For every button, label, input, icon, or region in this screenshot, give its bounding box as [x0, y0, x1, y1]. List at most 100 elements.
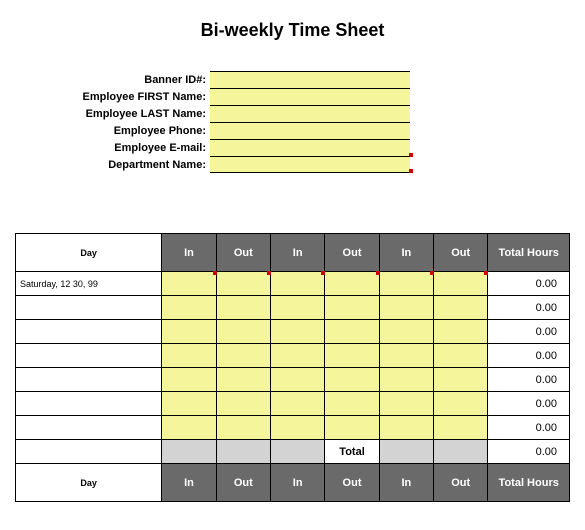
department-field[interactable]: [210, 156, 410, 173]
in-cell[interactable]: [271, 368, 325, 392]
header-row-top: Day In Out In Out In Out Total Hours: [16, 234, 570, 272]
out-cell[interactable]: [216, 272, 270, 296]
table-row: 0.00: [16, 392, 570, 416]
in-header-1b: In: [162, 464, 216, 502]
out-cell[interactable]: [434, 392, 488, 416]
day-cell[interactable]: [16, 296, 162, 320]
blank-cell: [379, 440, 433, 464]
in-cell[interactable]: [271, 392, 325, 416]
out-cell[interactable]: [216, 368, 270, 392]
grand-total-cell: 0.00: [488, 440, 570, 464]
out-cell[interactable]: [325, 320, 379, 344]
email-field[interactable]: [210, 139, 410, 156]
in-cell[interactable]: [162, 344, 216, 368]
total-label: Total: [325, 440, 379, 464]
day-cell[interactable]: Saturday, 12 30, 99: [16, 272, 162, 296]
day-cell[interactable]: [16, 320, 162, 344]
page-title: Bi-weekly Time Sheet: [15, 20, 570, 41]
header-row-bottom: Day In Out In Out In Out Total Hours: [16, 464, 570, 502]
banner-id-label: Banner ID#:: [70, 74, 210, 86]
out-cell[interactable]: [325, 392, 379, 416]
in-cell[interactable]: [379, 272, 433, 296]
out-cell[interactable]: [325, 344, 379, 368]
in-cell[interactable]: [379, 296, 433, 320]
out-header-2b: Out: [325, 464, 379, 502]
department-label: Department Name:: [70, 159, 210, 171]
total-row: Total 0.00: [16, 440, 570, 464]
out-cell[interactable]: [325, 368, 379, 392]
out-cell[interactable]: [325, 296, 379, 320]
in-cell[interactable]: [271, 344, 325, 368]
out-header-1: Out: [216, 234, 270, 272]
out-cell[interactable]: [434, 320, 488, 344]
blank-cell: [271, 440, 325, 464]
out-cell[interactable]: [434, 344, 488, 368]
last-name-field[interactable]: [210, 105, 410, 122]
out-header-3b: Out: [434, 464, 488, 502]
employee-info: Banner ID#: Employee FIRST Name: Employe…: [70, 71, 570, 173]
table-row: 0.00: [16, 416, 570, 440]
out-cell[interactable]: [216, 392, 270, 416]
day-cell[interactable]: [16, 392, 162, 416]
timesheet-body: Saturday, 12 30, 99 0.00 0.00: [16, 272, 570, 464]
out-cell[interactable]: [216, 320, 270, 344]
out-cell[interactable]: [216, 296, 270, 320]
in-cell[interactable]: [379, 368, 433, 392]
total-cell: 0.00: [488, 272, 570, 296]
in-cell[interactable]: [162, 320, 216, 344]
table-row: 0.00: [16, 320, 570, 344]
in-cell[interactable]: [162, 416, 216, 440]
in-header-1: In: [162, 234, 216, 272]
out-cell[interactable]: [434, 368, 488, 392]
in-cell[interactable]: [379, 320, 433, 344]
in-cell[interactable]: [162, 272, 216, 296]
table-row: 0.00: [16, 368, 570, 392]
total-cell: 0.00: [488, 320, 570, 344]
in-header-2b: In: [271, 464, 325, 502]
table-row: 0.00: [16, 344, 570, 368]
out-cell[interactable]: [434, 416, 488, 440]
in-cell[interactable]: [162, 368, 216, 392]
day-cell[interactable]: [16, 344, 162, 368]
out-header-1b: Out: [216, 464, 270, 502]
phone-field[interactable]: [210, 122, 410, 139]
blank-cell: [434, 440, 488, 464]
out-cell[interactable]: [325, 272, 379, 296]
in-cell[interactable]: [271, 272, 325, 296]
total-hours-header-b: Total Hours: [488, 464, 570, 502]
total-cell: 0.00: [488, 296, 570, 320]
out-header-3: Out: [434, 234, 488, 272]
day-cell[interactable]: [16, 368, 162, 392]
total-cell: 0.00: [488, 368, 570, 392]
day-header: Day: [16, 464, 162, 502]
out-cell[interactable]: [216, 416, 270, 440]
first-name-label: Employee FIRST Name:: [70, 91, 210, 103]
email-label: Employee E-mail:: [70, 142, 210, 154]
first-name-field[interactable]: [210, 88, 410, 105]
out-cell[interactable]: [325, 416, 379, 440]
in-cell[interactable]: [379, 344, 433, 368]
in-cell[interactable]: [271, 320, 325, 344]
phone-label: Employee Phone:: [70, 125, 210, 137]
total-hours-header: Total Hours: [488, 234, 570, 272]
table-row: Saturday, 12 30, 99 0.00: [16, 272, 570, 296]
in-cell[interactable]: [271, 416, 325, 440]
day-cell[interactable]: [16, 416, 162, 440]
table-row: 0.00: [16, 296, 570, 320]
in-header-2: In: [271, 234, 325, 272]
in-cell[interactable]: [379, 416, 433, 440]
in-cell[interactable]: [162, 392, 216, 416]
in-cell[interactable]: [162, 296, 216, 320]
in-cell[interactable]: [379, 392, 433, 416]
timesheet-table: Day In Out In Out In Out Total Hours Sat…: [15, 233, 570, 502]
total-cell: 0.00: [488, 416, 570, 440]
in-cell[interactable]: [271, 296, 325, 320]
blank-cell: [162, 440, 216, 464]
banner-id-field[interactable]: [210, 71, 410, 88]
day-header: Day: [16, 234, 162, 272]
out-cell[interactable]: [216, 344, 270, 368]
out-cell[interactable]: [434, 272, 488, 296]
out-header-2: Out: [325, 234, 379, 272]
last-name-label: Employee LAST Name:: [70, 108, 210, 120]
out-cell[interactable]: [434, 296, 488, 320]
